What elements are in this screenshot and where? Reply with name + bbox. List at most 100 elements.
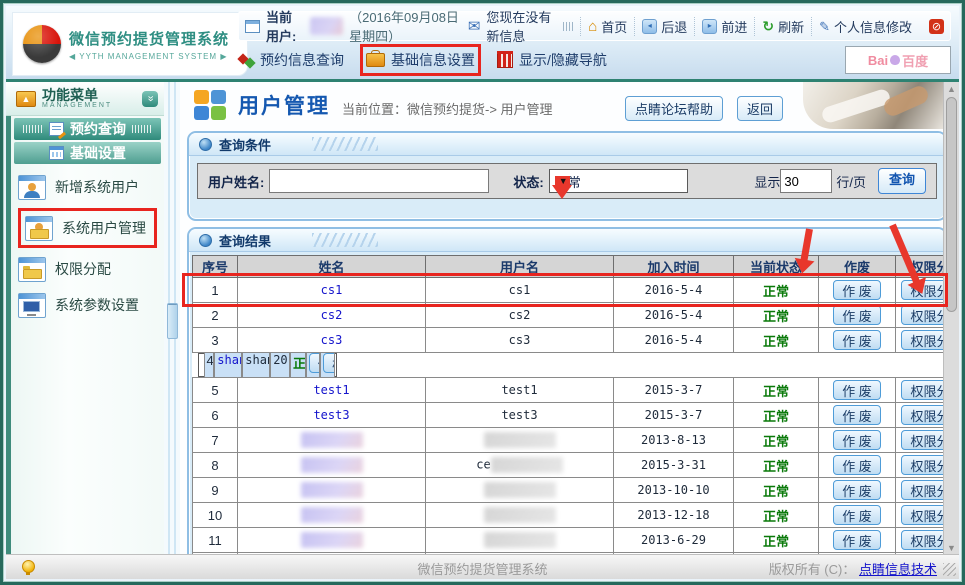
name-link[interactable]: cs2 — [321, 308, 343, 322]
cell-username: cs2 — [426, 303, 614, 328]
perm-assign-button[interactable]: 权限分配 — [901, 505, 943, 525]
cell-void: 作 废 — [819, 303, 896, 328]
name-link[interactable]: cs1 — [321, 283, 343, 297]
perm-assign-button[interactable]: 权限分配 — [901, 280, 943, 300]
select-arrow-icon: ▼ — [555, 176, 570, 186]
perm-assign-button[interactable]: 权限分配 — [901, 430, 943, 450]
forum-help-button[interactable]: 点睛论坛帮助 — [625, 96, 723, 121]
void-button[interactable]: 作 废 — [833, 480, 881, 500]
sidebar-item-label: 权限分配 — [55, 259, 111, 279]
cell-perm: 权限分配 — [896, 403, 944, 428]
bar-ticks — [23, 125, 43, 133]
cell-name: shangyang — [214, 352, 242, 378]
splitter-grip[interactable] — [167, 303, 178, 339]
perm-assign-button[interactable]: 权限分配 — [901, 380, 943, 400]
perm-assign-button[interactable]: 权限分配 — [901, 330, 943, 350]
cell-name: cs2 — [238, 303, 426, 328]
perm-assign-button[interactable]: 权限分配 — [901, 405, 943, 425]
void-button[interactable]: 作 废 — [833, 530, 881, 550]
stripes-decoration — [312, 233, 378, 247]
scroll-up-icon[interactable]: ▲ — [944, 82, 959, 96]
name-link[interactable]: test3 — [313, 408, 349, 422]
void-button[interactable]: 作 废 — [833, 280, 881, 300]
header-buttons: 点睛论坛帮助 返回 — [625, 96, 783, 121]
column-header: 权限分配 — [896, 256, 944, 278]
sidebar-section-reservation-query[interactable]: 预约查询 — [14, 118, 161, 140]
sidebar-item-monitor[interactable]: 系统参数设置 — [18, 290, 150, 320]
cell-no: 5 — [193, 378, 238, 403]
table-row: 1cs1cs12016-5-4正常作 废权限分配 — [193, 278, 944, 303]
name-link[interactable]: cs3 — [321, 333, 343, 347]
sidebar-section-basic-settings[interactable]: 基础设置 — [14, 142, 161, 164]
baidu-logo-latin: Bai — [868, 53, 888, 68]
sidebar-title: 功能菜单 — [42, 88, 112, 102]
void-button[interactable]: 作 废 — [833, 405, 881, 425]
cell-status: 正常 — [734, 278, 819, 303]
cell-status: 正常 — [734, 478, 819, 503]
collapse-chevron-icon[interactable]: » — [142, 91, 158, 107]
menu-toolbox[interactable]: 基础信息设置 — [366, 50, 475, 70]
main-scrollbar[interactable]: ▲ ▼ — [943, 82, 959, 555]
app-title: 微信预约提货管理系统 — [69, 28, 229, 49]
nav-back[interactable]: ◂后退 — [634, 17, 694, 36]
perm-assign-button[interactable]: 权限分配 — [901, 305, 943, 325]
perm-assign-button[interactable]: 权限分配 — [323, 353, 335, 373]
name-link[interactable]: test1 — [313, 383, 349, 397]
void-button[interactable]: 作 废 — [833, 380, 881, 400]
void-button[interactable]: 作 废 — [833, 305, 881, 325]
stripes-decoration — [312, 137, 378, 151]
footer-copyright: 版权所有 (C)： 点睛信息技术 — [769, 559, 937, 578]
username-input[interactable] — [269, 169, 489, 193]
menu-cubes[interactable]: 预约信息查询 — [238, 50, 344, 70]
sidebar-item-user[interactable]: 新增系统用户 — [18, 172, 150, 202]
vendor-link[interactable]: 点睛信息技术 — [859, 562, 937, 577]
cell-join-date: 2013-10-10 — [614, 478, 734, 503]
cell-void: 作 废 — [819, 453, 896, 478]
nav-forward[interactable]: ▸前进 — [694, 17, 754, 36]
sidebar-item-folder[interactable]: 权限分配 — [18, 254, 150, 284]
status-badge: 正常 — [763, 309, 789, 324]
table-row: 6test3test32015-3-7正常作 废权限分配 — [193, 403, 944, 428]
sidebar-splitter[interactable] — [164, 82, 180, 555]
cell-username: cs3 — [426, 328, 614, 353]
redacted-username — [484, 507, 556, 523]
perm-assign-button[interactable]: 权限分配 — [901, 455, 943, 475]
cell-no: 9 — [193, 478, 238, 503]
baidu-search-box[interactable]: Bai 百度 — [845, 46, 951, 74]
status-select[interactable]: 正常 ▼ — [549, 169, 688, 193]
nav-home[interactable]: ⌂首页 — [580, 17, 634, 36]
sidebar-subtitle: MANAGEMENT — [42, 102, 112, 109]
back-button[interactable]: 返回 — [737, 96, 783, 121]
scroll-down-icon[interactable]: ▼ — [944, 541, 959, 555]
rows-per-page-input[interactable] — [780, 169, 832, 193]
topbar-nav: ⌂首页◂后退▸前进↻刷新✎个人信息修改 — [580, 17, 919, 36]
handshake-photo — [803, 82, 943, 129]
gift-icon — [497, 53, 513, 68]
void-button[interactable]: 作 废 — [833, 455, 881, 475]
scrollbar-thumb[interactable] — [946, 97, 957, 312]
status-badge: 正常 — [763, 284, 789, 299]
sidebar-item-userfolder[interactable]: 系统用户管理 — [18, 208, 157, 248]
cell-no: 1 — [193, 278, 238, 303]
perm-assign-button[interactable]: 权限分配 — [901, 530, 943, 550]
column-header: 作废 — [819, 256, 896, 278]
name-link[interactable]: shangyang — [217, 353, 242, 367]
logout-icon[interactable]: ⊘ — [929, 19, 944, 34]
window-icon — [245, 20, 260, 33]
nav-refresh[interactable]: ↻刷新 — [754, 17, 811, 36]
cell-join-date: 2013-6-29 — [614, 528, 734, 553]
search-button[interactable]: 查询 — [878, 168, 926, 194]
baidu-paw-icon — [890, 55, 900, 65]
void-button[interactable]: 作 废 — [309, 353, 321, 373]
void-button[interactable]: 作 废 — [833, 330, 881, 350]
cell-status: 正常 — [734, 303, 819, 328]
menu-label: 基础信息设置 — [391, 50, 475, 70]
cell-status: 正常 — [734, 403, 819, 428]
nav-edit[interactable]: ✎个人信息修改 — [811, 17, 919, 36]
perm-assign-button[interactable]: 权限分配 — [901, 480, 943, 500]
menu-gift[interactable]: 显示/隐藏导航 — [497, 50, 607, 70]
baidu-logo-cn: 百度 — [902, 51, 928, 70]
void-button[interactable]: 作 废 — [833, 430, 881, 450]
void-button[interactable]: 作 废 — [833, 505, 881, 525]
column-header: 姓名 — [238, 256, 426, 278]
